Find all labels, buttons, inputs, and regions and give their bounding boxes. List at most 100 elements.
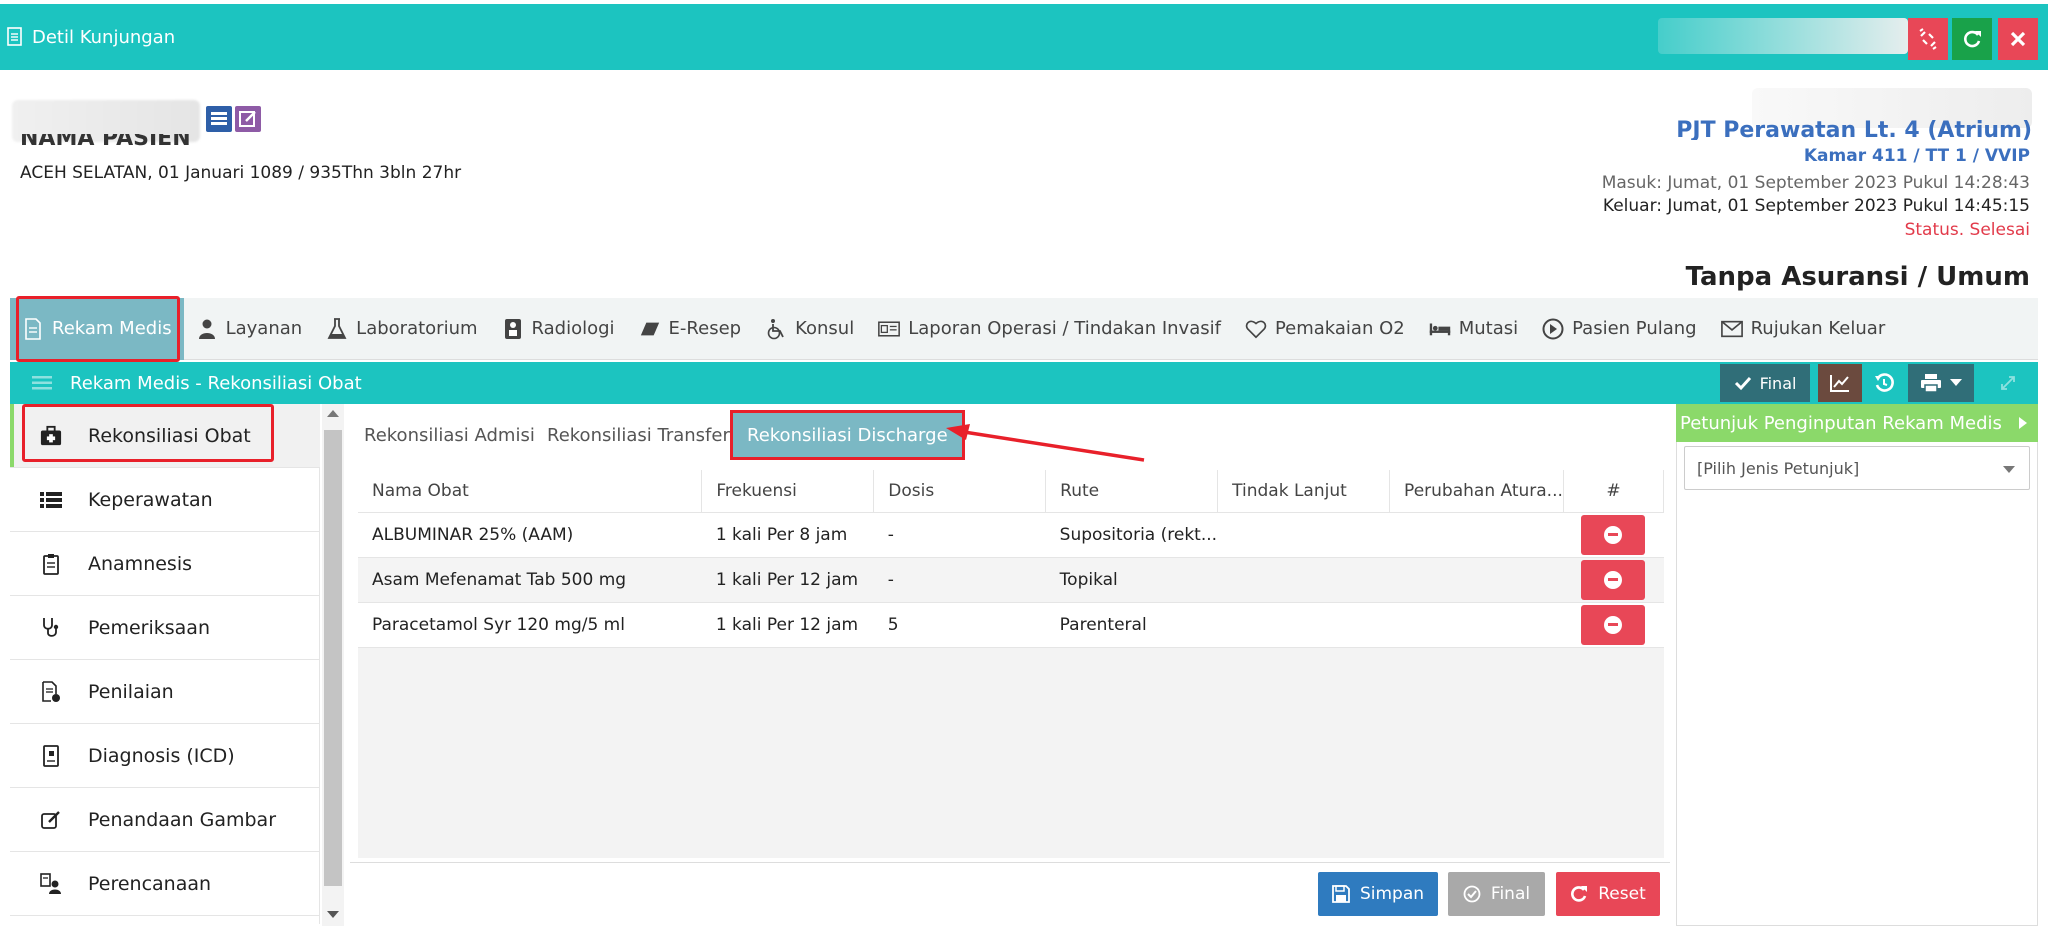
tab-laporan-operasi[interactable]: Laporan Operasi / Tindakan Invasif: [866, 298, 1233, 360]
tab-konsul[interactable]: Konsul: [753, 298, 866, 360]
xray-icon: [502, 318, 524, 340]
column-header: #: [1563, 470, 1665, 513]
hamburger-icon[interactable]: [32, 376, 52, 390]
table-row[interactable]: Paracetamol Syr 120 mg/5 ml 1 kali Per 1…: [358, 602, 1664, 648]
document-icon: [7, 27, 22, 46]
file-check-icon: [40, 680, 62, 703]
sidebar-item-anamnesis[interactable]: Anamnesis: [10, 532, 320, 596]
sidebar-item-perencanaan[interactable]: Perencanaan: [10, 852, 320, 916]
sidebar-item-label: Pemeriksaan: [88, 616, 210, 639]
final-label: Final: [1759, 373, 1797, 393]
tab-radiologi[interactable]: Radiologi: [490, 298, 627, 360]
column-header[interactable]: Tindak Lanjut: [1217, 470, 1391, 513]
column-header[interactable]: Perubahan Atura...: [1389, 470, 1564, 513]
scroll-up-icon[interactable]: [327, 410, 339, 417]
tab-pemakaian-o2[interactable]: Pemakaian O2: [1233, 298, 1417, 360]
blurred-user-info: [1658, 18, 1908, 54]
file-medical-icon: [40, 744, 62, 767]
tab-laboratorium[interactable]: Laboratorium: [314, 298, 489, 360]
cell-action: [1563, 557, 1664, 603]
medication-table: Nama Obat Frekuensi Dosis Rute Tindak La…: [358, 470, 1665, 648]
cell-nama-obat: Asam Mefenamat Tab 500 mg: [358, 557, 702, 603]
cell-perubahan-aturan: [1389, 602, 1564, 648]
tab-rekonsiliasi-transfer[interactable]: Rekonsiliasi Transfer: [547, 410, 730, 460]
doctor-icon: [196, 318, 218, 340]
cell-tindak-lanjut: [1217, 557, 1390, 603]
minus-circle-icon: [1604, 615, 1623, 634]
cell-dosis: -: [873, 512, 1046, 558]
sidebar-item-label: Diagnosis (ICD): [88, 744, 235, 767]
id-card-icon: [878, 318, 901, 340]
tab-layanan[interactable]: Layanan: [184, 298, 315, 360]
sidebar-item-penandaan-gambar[interactable]: Penandaan Gambar: [10, 788, 320, 852]
column-header[interactable]: Rute: [1045, 470, 1219, 513]
expand-button[interactable]: [1988, 364, 2028, 402]
cell-rute: Topikal: [1045, 557, 1218, 603]
table-header-row: Nama Obat Frekuensi Dosis Rute Tindak La…: [358, 470, 1665, 513]
patient-name: NAMA PASIEN: [20, 134, 191, 150]
bed-icon: [1429, 318, 1451, 340]
list-view-button[interactable]: [206, 106, 232, 132]
chevron-down-icon: [2003, 466, 2015, 473]
tab-label: Mutasi: [1458, 318, 1519, 339]
table-row[interactable]: ALBUMINAR 25% (AAM) 1 kali Per 8 jam - S…: [358, 512, 1664, 558]
table-row[interactable]: Asam Mefenamat Tab 500 mg 1 kali Per 12 …: [358, 557, 1664, 603]
cell-frekuensi: 1 kali Per 12 jam: [701, 602, 874, 648]
sidebar: Rekonsiliasi Obat Keperawatan Anamnesis …: [10, 404, 320, 924]
tab-rujukan-keluar[interactable]: Rujukan Keluar: [1709, 298, 1898, 360]
chart-button[interactable]: [1818, 364, 1862, 402]
refresh-button[interactable]: [1952, 18, 1992, 60]
unit-name: PJT Perawatan Lt. 4 (Atrium): [1676, 118, 2032, 140]
cell-dosis: 5: [873, 602, 1046, 648]
print-dropdown-button[interactable]: [1908, 364, 1974, 402]
close-icon: [2010, 31, 2026, 47]
tab-label: Konsul: [795, 318, 855, 339]
history-button[interactable]: [1864, 364, 1904, 402]
column-header[interactable]: Frekuensi: [701, 470, 875, 513]
close-button[interactable]: [1998, 18, 2038, 60]
delete-row-button[interactable]: [1581, 559, 1646, 600]
guide-panel-header[interactable]: Petunjuk Penginputan Rekam Medis: [1676, 404, 2038, 442]
simpan-button[interactable]: Simpan: [1318, 872, 1438, 916]
cell-nama-obat: Paracetamol Syr 120 mg/5 ml: [358, 602, 702, 648]
column-header[interactable]: Nama Obat: [358, 470, 703, 513]
final-button[interactable]: Final: [1720, 364, 1810, 402]
check-circle-icon: [1463, 885, 1481, 903]
tab-e-resep[interactable]: E-Resep: [627, 298, 754, 360]
discharge-time: Keluar: Jumat, 01 September 2023 Pukul 1…: [1602, 196, 2030, 216]
tab-pasien-pulang[interactable]: Pasien Pulang: [1530, 298, 1708, 360]
sidebar-item-keperawatan[interactable]: Keperawatan: [10, 468, 320, 532]
reset-button[interactable]: Reset: [1556, 872, 1660, 916]
tab-rekonsiliasi-discharge[interactable]: Rekonsiliasi Discharge: [730, 410, 965, 460]
sidebar-item-label: Penilaian: [88, 680, 174, 703]
tab-label: E-Resep: [668, 318, 742, 339]
tab-label: Radiologi: [531, 318, 615, 339]
reset-label: Reset: [1598, 884, 1646, 904]
user-file-icon: [40, 872, 62, 895]
sidebar-item-label: Perencanaan: [88, 872, 212, 895]
tab-rekonsiliasi-admisi[interactable]: Rekonsiliasi Admisi: [364, 410, 535, 460]
tab-mutasi[interactable]: Mutasi: [1417, 298, 1530, 360]
tab-label: Pasien Pulang: [1572, 318, 1697, 339]
sidebar-item-diagnosis[interactable]: Diagnosis (ICD): [10, 724, 320, 788]
sidebar-item-penilaian[interactable]: Penilaian: [10, 660, 320, 724]
annotation-arrow: [946, 424, 1145, 462]
sidebar-scrollbar[interactable]: [322, 404, 344, 926]
tab-label: Rujukan Keluar: [1750, 318, 1886, 339]
delete-row-button[interactable]: [1581, 604, 1646, 645]
refresh-icon: [1964, 30, 1981, 48]
sidebar-item-label: Anamnesis: [88, 552, 192, 575]
cell-perubahan-aturan: [1389, 557, 1564, 603]
column-header[interactable]: Dosis: [873, 470, 1047, 513]
scroll-thumb[interactable]: [324, 430, 342, 886]
guide-type-select[interactable]: [Pilih Jenis Petunjuk]: [1684, 446, 2030, 490]
guide-panel-title: Petunjuk Penginputan Rekam Medis: [1680, 412, 2002, 434]
scroll-down-icon[interactable]: [327, 911, 339, 918]
final-submit-button[interactable]: Final: [1448, 872, 1545, 916]
delete-row-button[interactable]: [1581, 514, 1646, 555]
edit-patient-button[interactable]: [235, 106, 261, 132]
check-icon: [1734, 376, 1751, 391]
sidebar-item-pemeriksaan[interactable]: Pemeriksaan: [10, 596, 320, 660]
unlink-button[interactable]: [1908, 18, 1948, 60]
wheelchair-icon: [765, 318, 787, 340]
